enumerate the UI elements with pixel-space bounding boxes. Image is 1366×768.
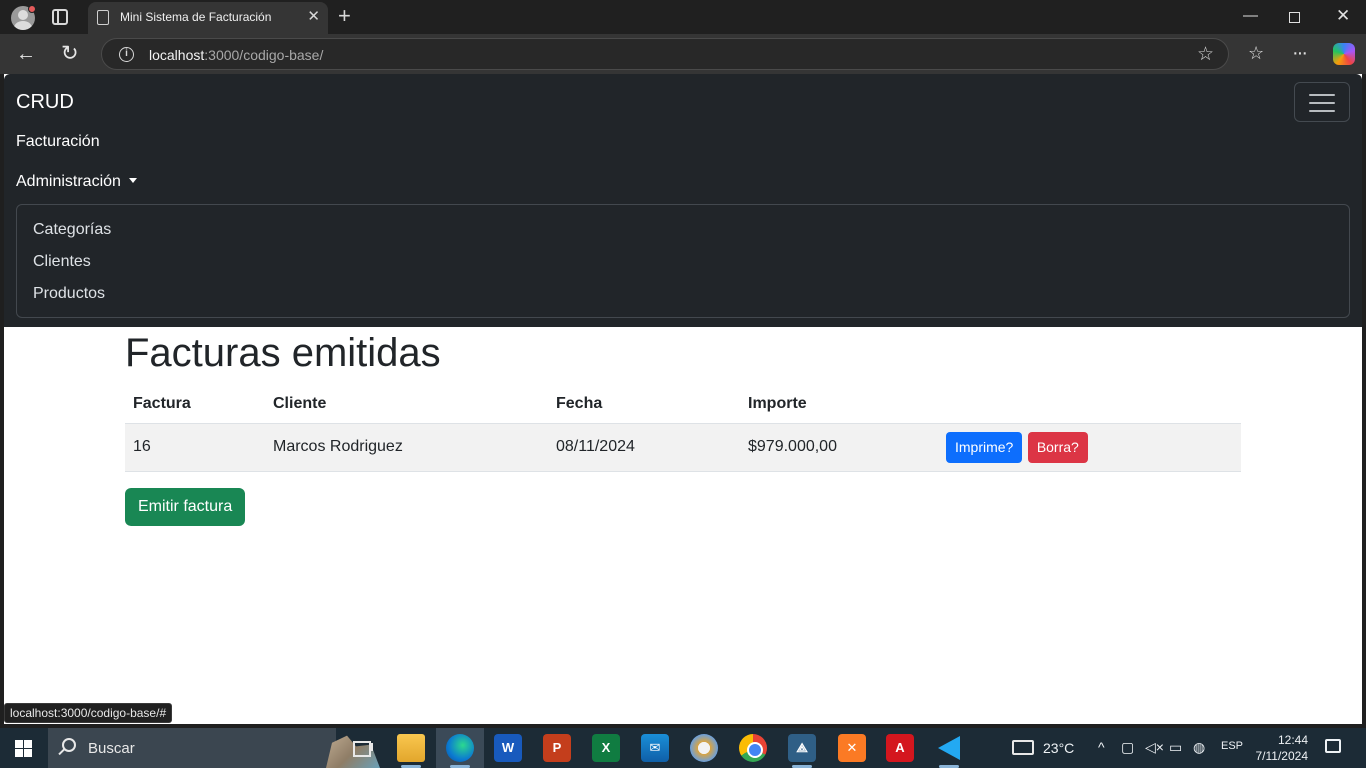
temperature[interactable]: 23°C (1043, 740, 1074, 768)
browser-toolbar: ← ↻ i localhost:3000/codigo-base/ ☆ ☆ ··… (0, 34, 1366, 74)
table-header-row: Factura Cliente Fecha Importe (125, 385, 1241, 424)
nav-link-administracion[interactable]: Administración (16, 173, 137, 191)
cell-factura: 16 (125, 423, 265, 472)
mail-icon[interactable]: ✉ (641, 734, 669, 762)
powerpoint-icon[interactable]: P (543, 734, 571, 762)
excel-icon[interactable]: X (592, 734, 620, 762)
browser-tabstrip: Mini Sistema de Facturación ✕ + — ✕ (0, 0, 1366, 34)
file-explorer-icon[interactable] (397, 734, 425, 762)
dropdown-item-categorias[interactable]: Categorías (33, 221, 111, 239)
emit-invoice-button[interactable]: Emitir factura (125, 488, 246, 526)
page-icon (97, 10, 109, 25)
search-icon (62, 738, 76, 752)
vscode-icon[interactable] (935, 734, 963, 762)
header-factura: Factura (125, 385, 265, 424)
table-row: 16 Marcos Rodriguez 08/11/2024 $979.000,… (125, 423, 1241, 472)
weather-icon[interactable] (1012, 740, 1034, 755)
chevron-up-icon[interactable]: ^ (1098, 739, 1105, 768)
favorites-icon[interactable]: ☆ (1248, 42, 1264, 64)
task-view-icon[interactable] (349, 734, 377, 762)
minimize-icon[interactable]: — (1243, 5, 1258, 27)
meet-now-icon[interactable]: ▢ (1121, 739, 1134, 768)
navbar-brand[interactable]: CRUD (16, 91, 74, 114)
header-importe: Importe (740, 385, 938, 424)
window-close-icon[interactable]: ✕ (1336, 5, 1350, 27)
caret-down-icon (128, 178, 137, 183)
more-icon[interactable]: ··· (1292, 42, 1308, 64)
taskbar: Buscar W P X ✉ ⟁ ✕ A 23°C ^ ▢ ◁× ▭ ◍ ESP… (0, 728, 1366, 768)
status-url: localhost:3000/codigo-base/# (4, 703, 173, 723)
navbar: CRUD Facturación Administración Categorí… (4, 74, 1362, 327)
new-tab-icon[interactable]: + (338, 3, 351, 29)
copilot-icon[interactable] (1333, 43, 1355, 65)
print-button[interactable]: Imprime? (946, 431, 1023, 463)
language-indicator[interactable]: ESP (1221, 740, 1243, 768)
page-title: Facturas emitidas (125, 331, 441, 375)
word-icon[interactable]: W (494, 734, 522, 762)
hamburger-menu-icon[interactable] (1294, 82, 1350, 122)
paint-icon[interactable] (690, 734, 718, 762)
favorite-star-icon[interactable]: ☆ (1197, 43, 1214, 66)
header-actions (938, 385, 1241, 424)
maximize-icon[interactable] (1289, 12, 1300, 23)
delete-button[interactable]: Borra? (1027, 431, 1088, 463)
dropdown-item-clientes[interactable]: Clientes (33, 253, 91, 271)
url-text: localhost:3000/codigo-base/ (149, 47, 324, 63)
globe-icon[interactable]: ◍ (1193, 739, 1205, 768)
volume-muted-icon[interactable]: ◁× (1145, 739, 1164, 768)
cell-cliente: Marcos Rodriguez (265, 423, 548, 472)
clock-date: 7/11/2024 (1255, 749, 1309, 763)
page-viewport: CRUD Facturación Administración Categorí… (4, 74, 1362, 724)
chrome-icon[interactable] (739, 734, 767, 762)
site-info-icon[interactable]: i (119, 47, 134, 62)
invoices-table: Factura Cliente Fecha Importe 16 Marcos … (125, 385, 1241, 472)
reload-icon[interactable]: ↻ (61, 41, 79, 67)
notifications-icon[interactable] (1325, 739, 1341, 753)
browser-tab[interactable]: Mini Sistema de Facturación ✕ (88, 2, 328, 34)
xampp-icon[interactable]: ✕ (838, 734, 866, 762)
tab-title: Mini Sistema de Facturación (120, 10, 272, 24)
edge-icon[interactable] (446, 734, 474, 762)
address-bar[interactable]: i localhost:3000/codigo-base/ ☆ (101, 38, 1229, 70)
header-cliente: Cliente (265, 385, 548, 424)
search-placeholder: Buscar (88, 740, 135, 757)
clock[interactable]: 12:44 7/11/2024 (1254, 732, 1309, 768)
back-icon[interactable]: ← (16, 41, 36, 67)
cell-actions: Imprime? Borra? (938, 423, 1241, 472)
cell-fecha: 08/11/2024 (548, 423, 740, 472)
windows-start-icon[interactable] (15, 740, 32, 757)
nav-link-facturacion[interactable]: Facturación (16, 133, 100, 151)
cell-importe: $979.000,00 (740, 423, 938, 472)
mysql-workbench-icon[interactable]: ⟁ (788, 734, 816, 762)
admin-dropdown-menu: Categorías Clientes Productos (16, 204, 1350, 318)
header-fecha: Fecha (548, 385, 740, 424)
profile-badge (28, 5, 36, 13)
close-icon[interactable]: ✕ (307, 8, 320, 26)
taskbar-search[interactable]: Buscar (48, 728, 380, 768)
acrobat-icon[interactable]: A (886, 734, 914, 762)
dropdown-item-productos[interactable]: Productos (33, 285, 105, 303)
tab-actions-icon[interactable] (52, 9, 68, 25)
battery-icon[interactable]: ▭ (1169, 739, 1182, 768)
clock-time: 12:44 (1277, 733, 1308, 747)
